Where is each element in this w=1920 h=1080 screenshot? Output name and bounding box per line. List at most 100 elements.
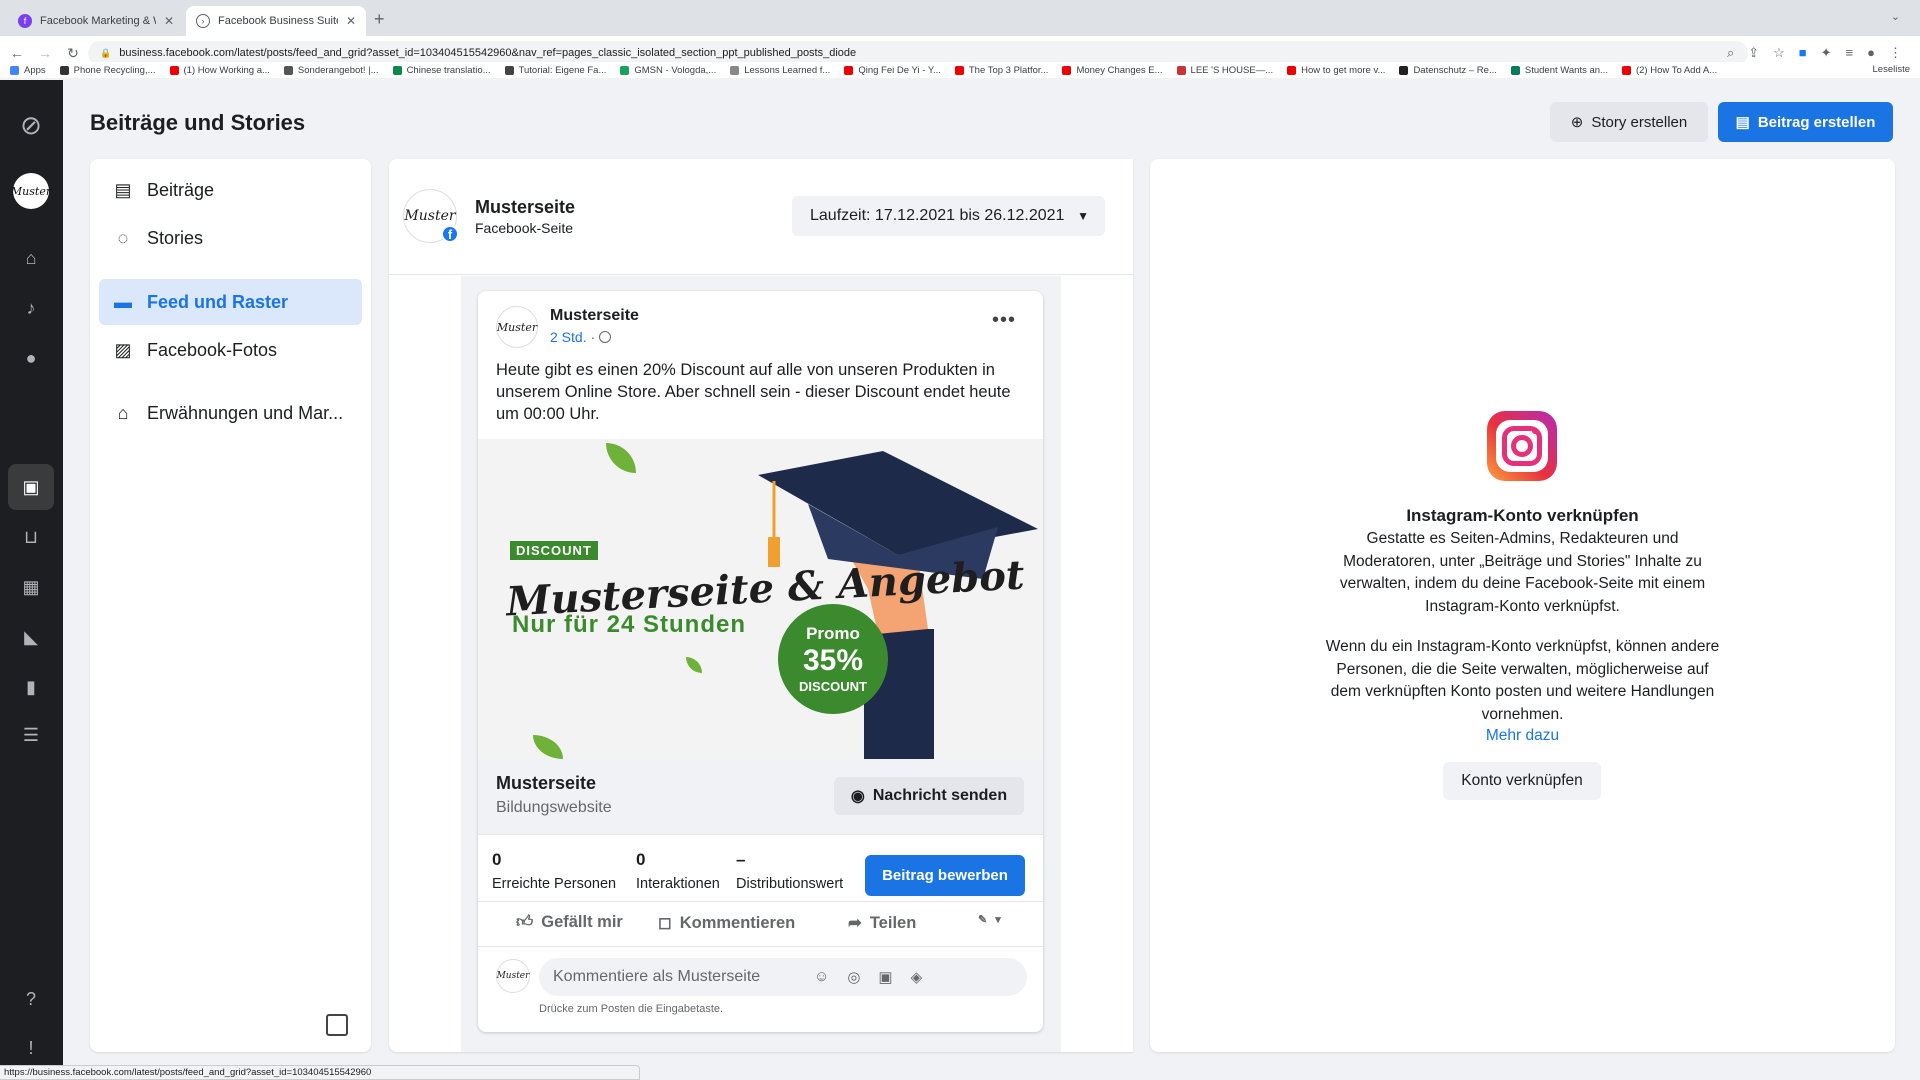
profile-avatar-icon[interactable]: ●: [1867, 45, 1875, 61]
inbox-icon[interactable]: ●: [16, 343, 46, 373]
share-button[interactable]: ➦ Teilen: [848, 913, 916, 933]
promo-badge: Promo 35% DISCOUNT: [778, 604, 888, 714]
camera-icon[interactable]: ◎: [847, 968, 860, 986]
emoji-icon[interactable]: ☺: [814, 968, 829, 986]
bookmark-item[interactable]: Chinese translatio...: [392, 65, 491, 76]
youtube-icon: [1621, 65, 1631, 75]
post-as-selector[interactable]: ✎ ▾: [978, 913, 1001, 926]
post-image[interactable]: DISCOUNT Musterseite & Angebot Nur für 2…: [478, 439, 1043, 759]
nav-item-feed-grid[interactable]: ▬ Feed und Raster: [99, 279, 362, 325]
bookmark-favicon-icon: [1176, 65, 1186, 75]
post-stats: 0 Erreichte Personen 0 Interaktionen – D…: [478, 836, 1043, 902]
nav-item-mentions[interactable]: ⌂ Erwähnungen und Mar...: [99, 390, 362, 436]
bookmark-item[interactable]: Tutorial: Eigene Fa...: [504, 65, 606, 76]
bookmark-item[interactable]: Sonderangebot! |...: [283, 65, 379, 76]
like-button[interactable]: 👍︎ Gefällt mir: [516, 913, 623, 932]
feedback-icon[interactable]: !: [16, 1033, 46, 1063]
insights-icon[interactable]: ▮: [16, 672, 46, 702]
create-story-button[interactable]: ⊕ Story erstellen: [1550, 102, 1708, 142]
post-author-avatar[interactable]: Muster: [496, 306, 538, 348]
home-icon[interactable]: ⌂: [16, 243, 46, 273]
send-message-button[interactable]: ◉ Nachricht senden: [834, 777, 1024, 815]
gif-icon[interactable]: ▣: [878, 968, 892, 986]
feed-header: Muster f Musterseite Facebook-Seite Lauf…: [389, 159, 1133, 275]
menu-icon[interactable]: ⋮: [1889, 45, 1902, 61]
stat-distribution: – Distributionswert: [736, 850, 844, 892]
commerce-icon[interactable]: ⊔: [16, 522, 46, 552]
share-arrow-icon: ➦: [848, 914, 862, 932]
comment-input[interactable]: Kommentiere als Musterseite: [539, 958, 1027, 996]
tab-search-icon[interactable]: ⌄: [1891, 10, 1900, 23]
browser-tab[interactable]: f Facebook Marketing & Werbea ✕: [8, 6, 184, 36]
plus-circle-icon: ⊕: [1570, 114, 1584, 131]
more-options-icon[interactable]: •••: [992, 309, 1016, 332]
bookmark-item[interactable]: Datenschutz – Re...: [1399, 65, 1497, 76]
nav-item-posts[interactable]: ▤ Beiträge: [99, 167, 362, 213]
bookmark-item[interactable]: Apps: [10, 65, 46, 76]
reload-icon[interactable]: ↻: [62, 45, 84, 62]
extensions-icon[interactable]: ✦: [1821, 45, 1832, 61]
help-icon[interactable]: ?: [16, 984, 46, 1014]
bookmark-favicon-icon: [392, 65, 402, 75]
collapse-panel-icon[interactable]: [326, 1014, 348, 1036]
post-cta-bar: Musterseite Bildungswebsite ◉ Nachricht …: [478, 759, 1043, 835]
browser-toolbar-icons: ⌕ ⇪ ☆ ■ ✦ ≡ ● ⋮: [1727, 45, 1902, 61]
bookmark-item[interactable]: How to get more v...: [1287, 65, 1385, 76]
bookmark-star-icon[interactable]: ☆: [1773, 45, 1785, 61]
bookmark-item[interactable]: Student Wants an...: [1510, 65, 1608, 76]
close-tab-icon[interactable]: ✕: [164, 14, 174, 28]
nav-item-facebook-photos[interactable]: ▨ Facebook-Fotos: [99, 327, 362, 373]
close-tab-icon[interactable]: ✕: [346, 14, 356, 28]
stat-interactions: 0 Interaktionen: [636, 850, 720, 892]
stat-reach: 0 Erreichte Personen: [492, 850, 617, 892]
reading-list[interactable]: Leseliste: [1873, 64, 1911, 75]
post-author[interactable]: Musterseite: [550, 307, 639, 325]
back-icon[interactable]: ←: [6, 45, 28, 61]
youtube-icon: [169, 65, 179, 75]
page-type: Facebook-Seite: [475, 220, 574, 236]
share-icon[interactable]: ⇪: [1748, 45, 1759, 61]
caret-down-icon: ▾: [995, 914, 1001, 926]
bookmark-favicon-icon: [283, 65, 293, 75]
browser-tab-active[interactable]: › Facebook Business Suite ✕: [186, 6, 366, 36]
page-avatar[interactable]: Muster: [11, 173, 51, 209]
bookmark-item[interactable]: Phone Recycling,...: [59, 65, 156, 76]
sticker-icon[interactable]: ◈: [911, 968, 923, 986]
instagram-note: Wenn du ein Instagram-Konto verknüpfst, …: [1325, 638, 1720, 723]
bookmark-item[interactable]: Lessons Learned f...: [730, 65, 830, 76]
zoom-icon[interactable]: ⌕: [1727, 45, 1734, 61]
post-icon: ▤: [1735, 114, 1750, 131]
bookmark-item[interactable]: LEE 'S HOUSE—...: [1176, 65, 1273, 76]
bookmark-item[interactable]: Money Changes E...: [1062, 65, 1163, 76]
media-icon[interactable]: ≡: [1846, 45, 1854, 61]
post-time[interactable]: 2 Std.: [550, 329, 587, 345]
comment-button[interactable]: ◻ Kommentieren: [658, 913, 795, 933]
youtube-icon: [954, 65, 964, 75]
ads-icon[interactable]: ◣: [16, 622, 46, 652]
planner-icon[interactable]: ▦: [16, 572, 46, 602]
menu-icon[interactable]: ☰: [16, 720, 46, 750]
comment-icon: ◻: [658, 914, 672, 932]
bookmark-item[interactable]: Qing Fei De Yi - Y...: [844, 65, 941, 76]
bookmark-item[interactable]: The Top 3 Platfor...: [954, 65, 1048, 76]
bookmark-item[interactable]: (1) How Working a...: [169, 65, 270, 76]
nav-item-stories[interactable]: ◌ Stories: [99, 215, 362, 261]
bookmark-item[interactable]: GMSN - Vologda,...: [620, 65, 716, 76]
new-tab-icon[interactable]: +: [374, 9, 385, 30]
notifications-icon[interactable]: ♪: [16, 293, 46, 323]
caret-down-icon: ▼: [1077, 209, 1089, 223]
boost-post-button[interactable]: Beitrag bewerben: [865, 855, 1025, 896]
connect-account-button[interactable]: Konto verknüpfen: [1443, 762, 1601, 800]
posts-stories-icon[interactable]: ▣: [16, 472, 46, 502]
create-post-button[interactable]: ▤ Beitrag erstellen: [1718, 102, 1893, 142]
page-avatar-small-icon: ✎: [978, 914, 988, 926]
tab-title: Facebook Marketing & Werbea: [40, 15, 156, 27]
date-range-dropdown[interactable]: Laufzeit: 17.12.2021 bis 26.12.2021 ▼: [792, 196, 1105, 236]
forward-icon[interactable]: →: [34, 45, 56, 61]
learn-more-link[interactable]: Mehr dazu: [1150, 727, 1895, 745]
left-nav-rail: ⊘ Muster ⌂ ♪ ● ▣ ⊔ ▦ ◣ ▮ ☰ ? !: [0, 80, 63, 1080]
meta-logo-icon[interactable]: ⊘: [16, 110, 46, 140]
bookmark-item[interactable]: (2) How To Add A...: [1621, 65, 1717, 76]
posts-icon: ▤: [114, 179, 132, 200]
extension-facebook-icon[interactable]: ■: [1799, 45, 1807, 61]
